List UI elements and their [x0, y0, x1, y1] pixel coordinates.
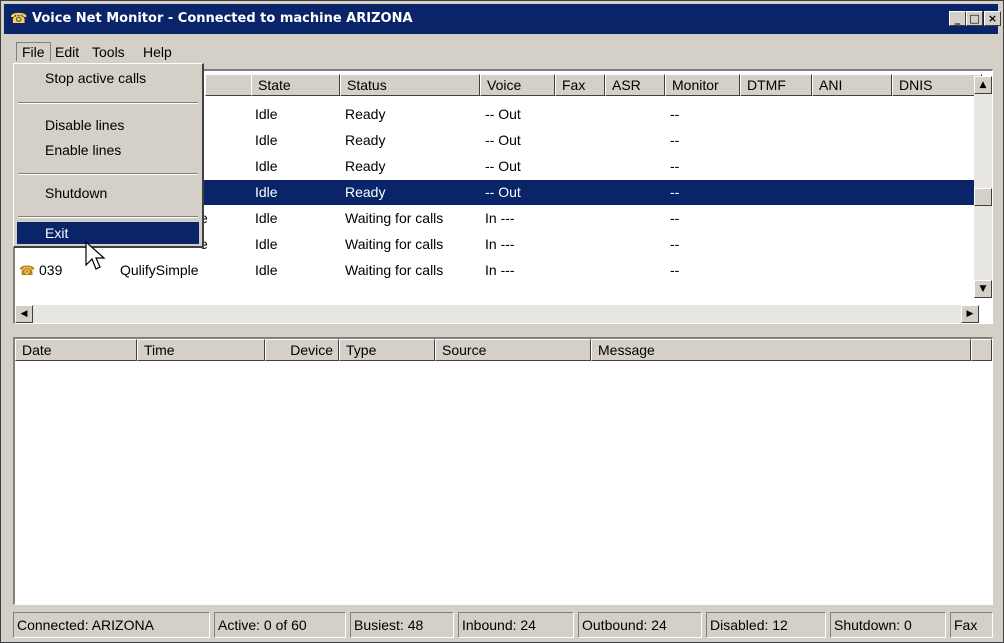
- cell-monitor: --: [670, 262, 680, 278]
- col-header-status[interactable]: Status: [340, 74, 480, 96]
- status-fax: Fax: [950, 612, 993, 638]
- cell-voice: In ---: [485, 262, 515, 278]
- col-header-type[interactable]: Type: [339, 339, 435, 361]
- cell-state: Idle: [255, 106, 278, 122]
- col-header-state[interactable]: State: [251, 74, 340, 96]
- cell-status: Ready: [345, 184, 386, 200]
- scroll-right-icon[interactable]: ▶: [961, 305, 979, 323]
- mouse-cursor-icon: [85, 241, 106, 270]
- col-header-date[interactable]: Date: [15, 339, 137, 361]
- menu-separator: [18, 102, 198, 104]
- menu-file[interactable]: File: [16, 42, 51, 61]
- col-header-asr[interactable]: ASR: [605, 74, 665, 96]
- scroll-thumb[interactable]: [974, 188, 992, 206]
- cell-monitor: --: [670, 106, 680, 122]
- status-shutdown: Shutdown: 0: [830, 612, 946, 638]
- cell-voice: -- Out: [485, 132, 521, 148]
- close-button[interactable]: ×: [984, 11, 1001, 26]
- status-inbound: Inbound: 24: [458, 612, 574, 638]
- cell-state: Idle: [255, 184, 278, 200]
- menu-disable-lines[interactable]: Disable lines: [17, 114, 199, 136]
- cell-status: Waiting for calls: [345, 236, 444, 252]
- col-header-fax[interactable]: Fax: [555, 74, 605, 96]
- cell-state: Idle: [255, 236, 278, 252]
- window-title: Voice Net Monitor - Connected to machine…: [32, 11, 413, 26]
- maximize-button[interactable]: □: [966, 11, 983, 26]
- cell-monitor: --: [670, 184, 680, 200]
- scroll-down-icon[interactable]: ▼: [974, 280, 992, 298]
- cell-state: Idle: [255, 262, 278, 278]
- phone-icon: ☎: [10, 11, 28, 27]
- vertical-scrollbar[interactable]: ▲ ▼: [974, 76, 992, 298]
- col-header-voice[interactable]: Voice: [480, 74, 555, 96]
- cell-voice: -- Out: [485, 184, 521, 200]
- col-header-filler: [971, 339, 992, 361]
- menu-stop-active-calls[interactable]: Stop active calls: [17, 67, 199, 89]
- menu-edit[interactable]: Edit: [50, 43, 84, 61]
- col-header-device[interactable]: Device: [265, 339, 339, 361]
- status-disabled: Disabled: 12: [706, 612, 826, 638]
- col-header-source[interactable]: Source: [435, 339, 591, 361]
- cell-status: Ready: [345, 158, 386, 174]
- cell-status: Ready: [345, 132, 386, 148]
- minimize-button[interactable]: _: [949, 11, 966, 26]
- phone-icon: ☎: [19, 263, 36, 278]
- menu-shutdown[interactable]: Shutdown: [17, 182, 199, 204]
- status-connected: Connected: ARIZONA: [13, 612, 210, 638]
- cell-voice: -- Out: [485, 158, 521, 174]
- cell-voice: -- Out: [485, 106, 521, 122]
- cell-state: Idle: [255, 158, 278, 174]
- app-window: ☎ Voice Net Monitor - Connected to machi…: [0, 0, 1004, 643]
- cell-monitor: --: [670, 236, 680, 252]
- cell-monitor: --: [670, 158, 680, 174]
- scroll-up-icon[interactable]: ▲: [974, 76, 992, 94]
- cell-id: 039: [39, 262, 63, 278]
- scroll-left-icon[interactable]: ◀: [15, 305, 33, 323]
- horizontal-scrollbar[interactable]: ◀ ▶: [15, 305, 979, 323]
- log-list[interactable]: Date Time Device Type Source Message: [13, 337, 993, 605]
- status-outbound: Outbound: 24: [578, 612, 702, 638]
- status-busiest: Busiest: 48: [350, 612, 454, 638]
- col-header-monitor[interactable]: Monitor: [665, 74, 740, 96]
- cell-monitor: --: [670, 210, 680, 226]
- menu-help[interactable]: Help: [138, 43, 177, 61]
- cell-state: Idle: [255, 132, 278, 148]
- menu-separator: [18, 216, 198, 218]
- status-active: Active: 0 of 60: [214, 612, 346, 638]
- menu-bar: File Edit Tools Help: [4, 41, 998, 63]
- cell-app: QulifySimple: [120, 262, 199, 278]
- cell-state: Idle: [255, 210, 278, 226]
- cell-status: Ready: [345, 106, 386, 122]
- title-bar[interactable]: ☎ Voice Net Monitor - Connected to machi…: [4, 4, 1001, 34]
- menu-tools[interactable]: Tools: [87, 43, 130, 61]
- cell-voice: In ---: [485, 210, 515, 226]
- file-menu-dropdown: Stop active calls Disable lines Enable l…: [13, 63, 204, 248]
- col-header-message[interactable]: Message: [591, 339, 971, 361]
- menu-separator: [18, 173, 198, 175]
- cell-status: Waiting for calls: [345, 262, 444, 278]
- table-row[interactable]: ☎ 039 QulifySimple Idle Waiting for call…: [15, 258, 979, 283]
- col-header-time[interactable]: Time: [137, 339, 265, 361]
- cell-voice: In ---: [485, 236, 515, 252]
- menu-exit[interactable]: Exit: [17, 222, 199, 244]
- cell-monitor: --: [670, 132, 680, 148]
- cell-status: Waiting for calls: [345, 210, 444, 226]
- menu-enable-lines[interactable]: Enable lines: [17, 139, 199, 161]
- col-header-ani[interactable]: ANI: [812, 74, 892, 96]
- col-header-dnis[interactable]: DNIS: [892, 74, 982, 96]
- col-header-dtmf[interactable]: DTMF: [740, 74, 812, 96]
- status-bar: Connected: ARIZONA Active: 0 of 60 Busie…: [13, 612, 993, 638]
